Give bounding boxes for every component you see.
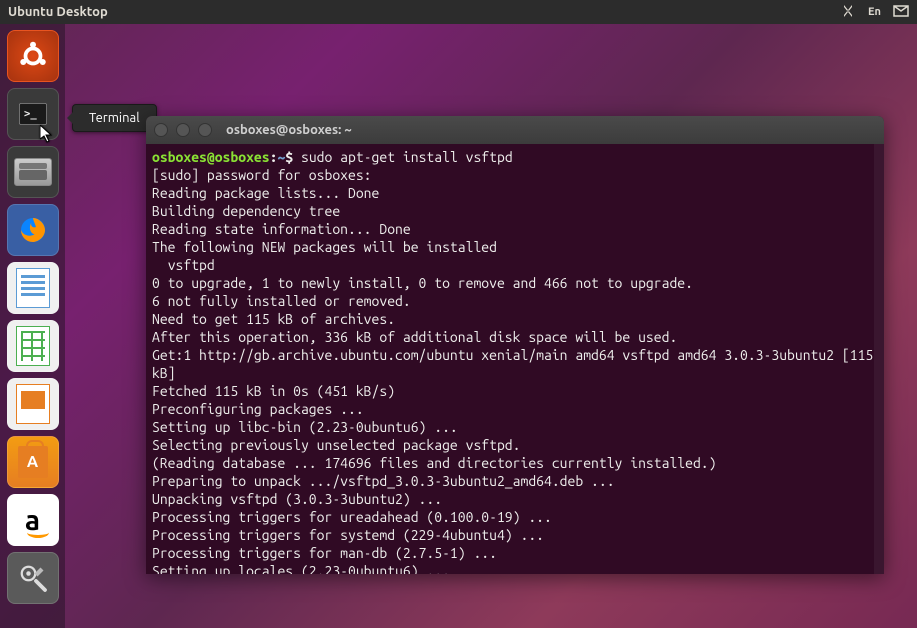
document-icon [16,268,50,308]
top-panel: Ubuntu Desktop En [0,0,917,24]
mail-icon[interactable] [893,3,909,22]
presentation-icon [16,384,50,424]
shopping-bag-icon [18,446,48,478]
terminal-window[interactable]: osboxes@osboxes: ~ osboxes@osboxes:~$ su… [146,116,884,574]
amazon-logo-icon: a [25,505,40,536]
terminal-output-area[interactable]: osboxes@osboxes:~$ sudo apt-get install … [146,144,884,574]
prompt-dollar: $ [285,149,301,165]
dash-home-icon[interactable] [7,30,59,82]
amazon-launcher-icon[interactable]: a [7,494,59,546]
window-minimize-button[interactable] [176,123,190,137]
window-title: osboxes@osboxes: ~ [226,123,352,137]
libreoffice-impress-icon[interactable] [7,378,59,430]
spreadsheet-icon [16,326,50,366]
libreoffice-calc-icon[interactable] [7,320,59,372]
libreoffice-writer-icon[interactable] [7,262,59,314]
system-tray: En [840,3,909,22]
file-cabinet-icon [14,158,52,186]
command-text: sudo apt-get install vsftpd [301,149,513,165]
terminal-launcher-icon[interactable]: >_ [7,88,59,140]
active-window-title: Ubuntu Desktop [8,5,840,19]
window-maximize-button[interactable] [198,123,212,137]
terminal-output-text: [sudo] password for osboxes: Reading pac… [152,167,881,574]
ubuntu-software-icon[interactable] [7,436,59,488]
system-settings-icon[interactable] [7,552,59,604]
network-icon[interactable] [840,3,856,22]
launcher-tooltip: Terminal [72,104,157,132]
keyboard-layout-indicator[interactable]: En [868,6,881,18]
firefox-launcher-icon[interactable] [7,204,59,256]
terminal-scrollbar[interactable] [874,144,884,574]
tooltip-label: Terminal [89,111,140,125]
unity-launcher: >_ a [0,24,65,628]
window-titlebar[interactable]: osboxes@osboxes: ~ [146,116,884,144]
svg-text:>_: >_ [24,108,37,120]
files-launcher-icon[interactable] [7,146,59,198]
prompt-user: osboxes@osboxes [152,149,270,165]
window-close-button[interactable] [154,123,168,137]
